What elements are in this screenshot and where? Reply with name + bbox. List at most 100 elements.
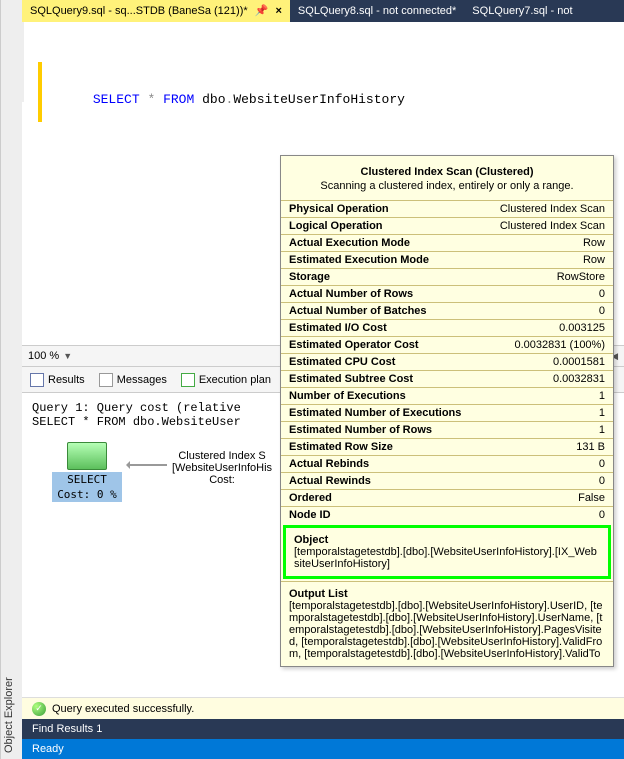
tooltip-row: Estimated I/O Cost0.003125 [281, 320, 613, 337]
tooltip-row: OrderedFalse [281, 490, 613, 507]
tooltip-row: Actual Rebinds0 [281, 456, 613, 473]
tooltip-prop-value: 0.0001581 [480, 354, 613, 371]
tab-execution-plan[interactable]: Execution plan [181, 373, 271, 387]
tooltip-row: Estimated Number of Executions1 [281, 405, 613, 422]
schema: dbo [202, 92, 225, 107]
tooltip-prop-value: Row [480, 235, 613, 252]
results-label: Results [48, 374, 85, 386]
tooltip-object-section: Object [temporalstagetestdb].[dbo].[Webs… [283, 525, 611, 579]
keyword-from: FROM [163, 92, 194, 107]
scan-line-1: Clustered Index S [172, 450, 272, 462]
tooltip-prop-key: Logical Operation [281, 218, 480, 235]
tab-results[interactable]: Results [30, 373, 85, 387]
tab-sqlquery7[interactable]: SQLQuery7.sql - not [464, 0, 580, 22]
star: * [147, 92, 155, 107]
tooltip-output-title: Output List [289, 588, 605, 600]
ready-bar: Ready [22, 739, 624, 759]
tooltip-output-section: Output List [temporalstagetestdb].[dbo].… [281, 581, 613, 666]
tooltip-row: Estimated CPU Cost0.0001581 [281, 354, 613, 371]
tooltip-row: Estimated Number of Rows1 [281, 422, 613, 439]
tooltip-prop-value: 0 [480, 286, 613, 303]
tooltip-row: Actual Rewinds0 [281, 473, 613, 490]
tooltip-prop-value: Clustered Index Scan [480, 201, 613, 218]
select-label: SELECT [52, 472, 122, 487]
tooltip-prop-key: Estimated CPU Cost [281, 354, 480, 371]
tooltip-object-title: Object [294, 534, 600, 546]
change-marker [38, 62, 42, 122]
tooltip-prop-value: False [480, 490, 613, 507]
plan-icon [181, 373, 195, 387]
tooltip-row: StorageRowStore [281, 269, 613, 286]
tooltip-prop-key: Actual Number of Rows [281, 286, 480, 303]
tab-sqlquery9[interactable]: SQLQuery9.sql - sq...STDB (BaneSa (121))… [22, 0, 290, 22]
tooltip-row: Actual Number of Batches0 [281, 303, 613, 320]
select-cost: Cost: 0 % [52, 487, 122, 502]
plan-node-scan[interactable]: Clustered Index S [WebsiteUserInfoHis Co… [172, 450, 272, 486]
tooltip-prop-value: 0.0032831 (100%) [480, 337, 613, 354]
editor-tabs: SQLQuery9.sql - sq...STDB (BaneSa (121))… [22, 0, 624, 22]
scan-line-2: [WebsiteUserInfoHis [172, 462, 272, 474]
find-results-panel[interactable]: Find Results 1 [22, 719, 624, 739]
tab-sqlquery8[interactable]: SQLQuery8.sql - not connected* [290, 0, 464, 22]
execplan-label: Execution plan [199, 374, 271, 386]
ready-label: Ready [32, 743, 64, 755]
table-name: WebsiteUserInfoHistory [233, 92, 405, 107]
find-results-label: Find Results 1 [32, 723, 102, 735]
tooltip-prop-key: Estimated Number of Rows [281, 422, 480, 439]
pin-icon[interactable]: 📌 [255, 5, 269, 17]
tooltip-prop-value: 0.003125 [480, 320, 613, 337]
tooltip-prop-key: Estimated Execution Mode [281, 252, 480, 269]
tooltip-prop-value: 1 [480, 388, 613, 405]
tab-label: SQLQuery9.sql - sq...STDB (BaneSa (121))… [30, 5, 248, 17]
tab-label: SQLQuery8.sql - not connected* [298, 5, 456, 17]
tooltip-prop-key: Actual Execution Mode [281, 235, 480, 252]
tab-messages[interactable]: Messages [99, 373, 167, 387]
tooltip-prop-key: Estimated Row Size [281, 439, 480, 456]
grid-icon [30, 373, 44, 387]
tooltip-prop-key: Actual Rewinds [281, 473, 480, 490]
operator-tooltip: Clustered Index Scan (Clustered) Scannin… [280, 155, 614, 667]
select-icon [67, 442, 107, 470]
tooltip-prop-value: 1 [480, 405, 613, 422]
tooltip-prop-key: Actual Number of Batches [281, 303, 480, 320]
tooltip-prop-key: Number of Executions [281, 388, 480, 405]
tooltip-prop-value: 131 B [480, 439, 613, 456]
object-explorer-label: Object Explorer [3, 677, 15, 753]
sql-editor[interactable]: SELECT * FROM dbo.WebsiteUserInfoHistory [22, 22, 624, 102]
tooltip-prop-key: Estimated Number of Executions [281, 405, 480, 422]
tooltip-output-value: [temporalstagetestdb].[dbo].[WebsiteUser… [289, 600, 605, 660]
chevron-down-icon[interactable]: ▼ [63, 351, 72, 361]
tooltip-prop-key: Ordered [281, 490, 480, 507]
tooltip-row: Actual Execution ModeRow [281, 235, 613, 252]
close-icon[interactable]: × [275, 5, 281, 17]
tooltip-prop-key: Estimated I/O Cost [281, 320, 480, 337]
tab-label: SQLQuery7.sql - not [472, 5, 572, 17]
messages-icon [99, 373, 113, 387]
tooltip-row: Estimated Row Size131 B [281, 439, 613, 456]
tooltip-row: Physical OperationClustered Index Scan [281, 201, 613, 218]
tooltip-prop-value: Row [480, 252, 613, 269]
tooltip-prop-value: 1 [480, 422, 613, 439]
tooltip-row: Logical OperationClustered Index Scan [281, 218, 613, 235]
tooltip-title: Clustered Index Scan (Clustered) [293, 166, 601, 178]
tooltip-row: Number of Executions1 [281, 388, 613, 405]
tooltip-prop-key: Node ID [281, 507, 480, 524]
keyword-select: SELECT [93, 92, 140, 107]
tooltip-row: Estimated Subtree Cost0.0032831 [281, 371, 613, 388]
zoom-percent[interactable]: 100 % [28, 350, 59, 362]
tooltip-prop-value: 0 [480, 456, 613, 473]
messages-label: Messages [117, 374, 167, 386]
tooltip-prop-key: Estimated Operator Cost [281, 337, 480, 354]
tooltip-prop-value: 0 [480, 507, 613, 524]
plan-arrow [127, 464, 167, 466]
status-bar: ✓ Query executed successfully. [22, 697, 624, 719]
tooltip-prop-key: Actual Rebinds [281, 456, 480, 473]
tooltip-prop-value: Clustered Index Scan [480, 218, 613, 235]
tooltip-prop-key: Physical Operation [281, 201, 480, 218]
tooltip-prop-value: 0 [480, 473, 613, 490]
tooltip-row: Actual Number of Rows0 [281, 286, 613, 303]
tooltip-properties-table: Physical OperationClustered Index ScanLo… [281, 200, 613, 523]
tooltip-prop-value: RowStore [480, 269, 613, 286]
plan-node-select[interactable]: SELECT Cost: 0 % [52, 442, 122, 502]
object-explorer-panel[interactable]: Object Explorer [0, 0, 22, 759]
